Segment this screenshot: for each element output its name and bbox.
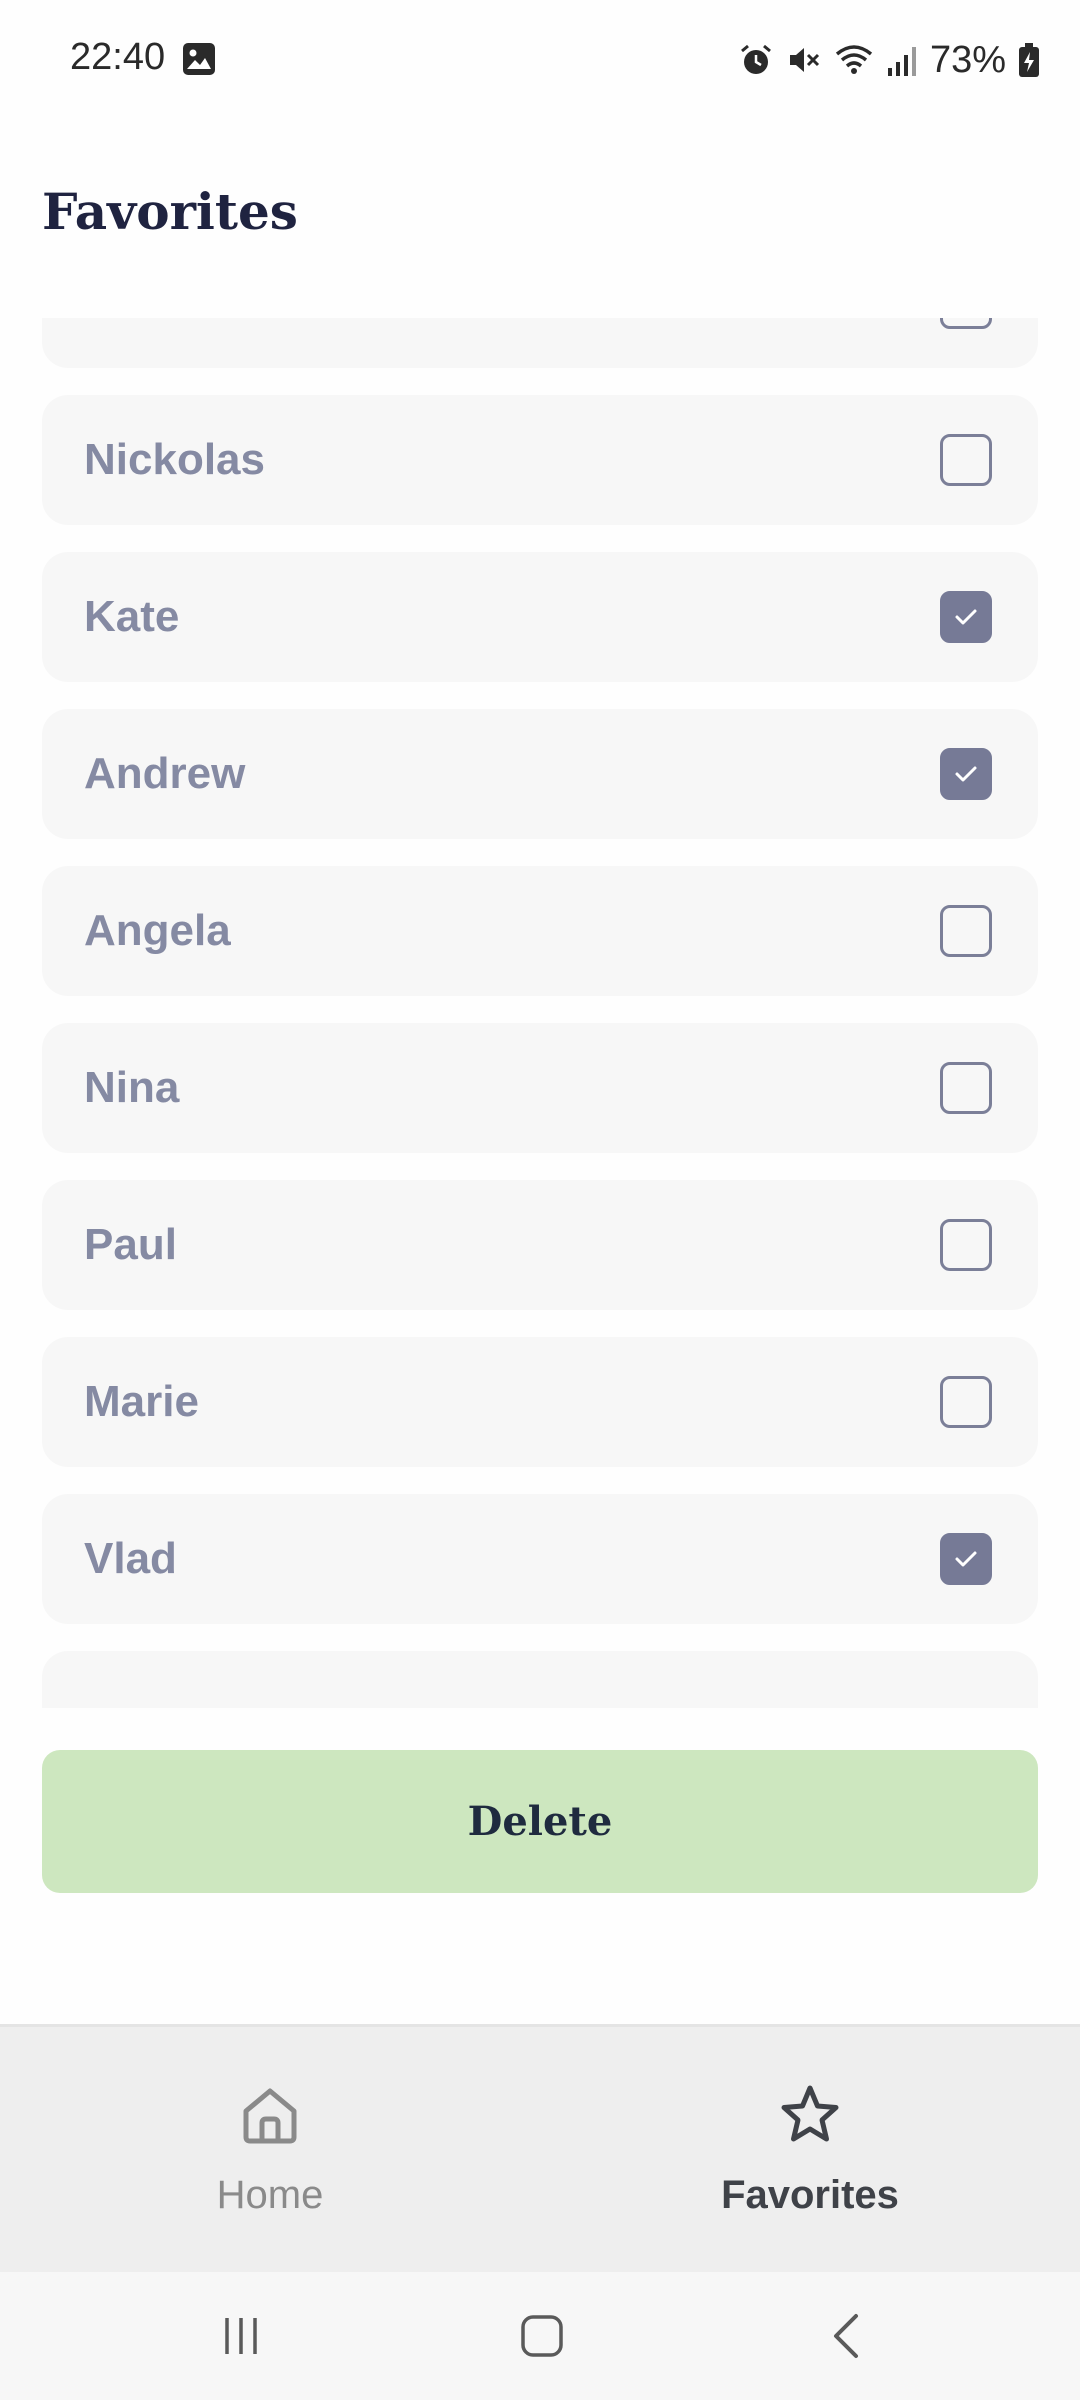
favorites-list[interactable]: Ann Nickolas Kate Andrew Angela Nina Paul Marie…	[0, 318, 1080, 1708]
contact-name: Paul	[84, 1220, 177, 1269]
contact-name: Ann	[84, 318, 170, 328]
bottom-navigation: Home Favorites	[0, 2024, 1080, 2272]
page-title: Favorites	[42, 182, 298, 241]
contact-row[interactable]: Paul	[42, 1180, 1038, 1310]
contact-row[interactable]: Ann	[42, 318, 1038, 368]
back-icon[interactable]	[786, 2272, 906, 2400]
status-icons: 73%	[738, 36, 1040, 84]
contact-name: Vlad	[84, 1534, 177, 1583]
contact-row[interactable]: Nina	[42, 1023, 1038, 1153]
status-time: 22:40	[70, 36, 166, 78]
contact-row[interactable]: Andrew	[42, 709, 1038, 839]
contact-list: Ann Nickolas Kate Andrew Angela Nina Paul Marie…	[42, 318, 1038, 1708]
contact-checkbox[interactable]	[940, 434, 992, 486]
contact-checkbox[interactable]	[940, 905, 992, 957]
status-bar: 22:40 73%	[0, 0, 1080, 120]
mute-icon	[786, 42, 822, 78]
check-icon	[955, 609, 977, 625]
recents-icon[interactable]	[181, 2272, 301, 2400]
nav-label-home: Home	[216, 2173, 324, 2217]
signal-icon	[886, 42, 918, 78]
wifi-icon	[834, 42, 874, 78]
contact-name: Angela	[84, 906, 231, 955]
alarm-icon	[738, 42, 774, 78]
home-icon	[238, 2083, 302, 2152]
contact-name: Andrew	[84, 749, 246, 798]
contact-checkbox[interactable]	[940, 1533, 992, 1585]
nav-item-home[interactable]: Home	[0, 2027, 540, 2275]
battery-charging-icon	[1018, 42, 1040, 78]
nav-label-favorites: Favorites	[721, 2173, 899, 2217]
contact-checkbox[interactable]	[940, 591, 992, 643]
contact-checkbox[interactable]	[940, 1219, 992, 1271]
contact-name: Nickolas	[84, 435, 265, 484]
contact-checkbox[interactable]	[940, 1062, 992, 1114]
contact-row[interactable]: Marie	[42, 1337, 1038, 1467]
contact-row[interactable]	[42, 1651, 1038, 1708]
check-icon	[955, 1551, 977, 1567]
contact-checkbox[interactable]	[940, 1376, 992, 1428]
check-icon	[955, 766, 977, 782]
battery-percentage: 73%	[929, 38, 1006, 81]
contact-checkbox[interactable]	[940, 318, 992, 329]
contact-row[interactable]: Kate	[42, 552, 1038, 682]
favorites-screen: 22:40 73% Favorites Nickolas Kate Andrew…	[0, 0, 1080, 2400]
contact-checkbox[interactable]	[940, 748, 992, 800]
contact-row[interactable]: Nickolas	[42, 395, 1038, 525]
contact-row[interactable]: Vlad	[42, 1494, 1038, 1624]
image-icon	[182, 42, 216, 76]
contact-name: Nina	[84, 1063, 180, 1112]
contact-name: Marie	[84, 1377, 199, 1426]
delete-button[interactable]: Delete	[42, 1750, 1038, 1893]
contact-row[interactable]: Angela	[42, 866, 1038, 996]
home-button-icon[interactable]	[482, 2272, 602, 2400]
nav-item-favorites[interactable]: Favorites	[540, 2027, 1080, 2275]
system-navigation-bar	[0, 2272, 1080, 2400]
contact-name: Kate	[84, 592, 180, 641]
star-icon	[778, 2083, 842, 2152]
